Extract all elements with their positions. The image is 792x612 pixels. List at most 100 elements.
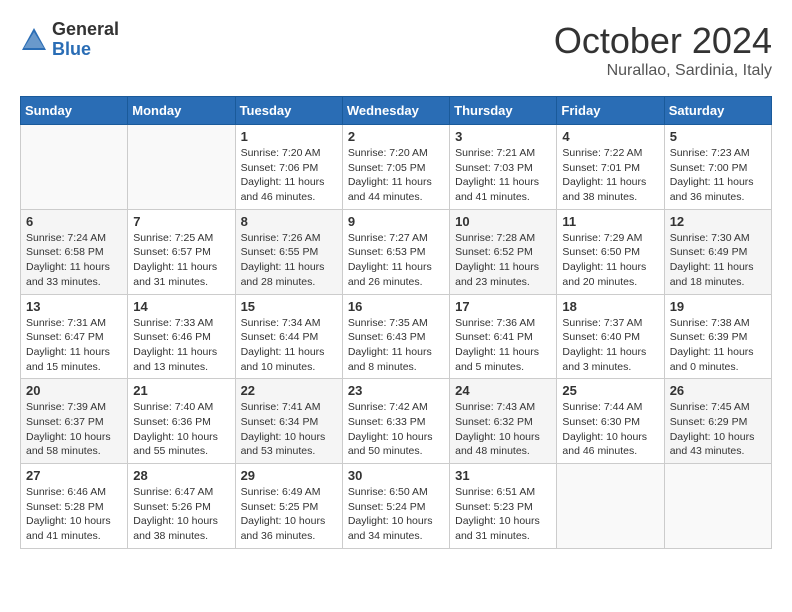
page-header: General Blue October 2024 Nurallao, Sard…: [20, 20, 772, 80]
day-number: 21: [133, 383, 229, 398]
month-title: October 2024: [554, 20, 772, 62]
day-number: 28: [133, 468, 229, 483]
calendar-day-cell: 23 Sunrise: 7:42 AM Sunset: 6:33 PM Dayli…: [342, 379, 449, 464]
day-number: 31: [455, 468, 551, 483]
day-number: 23: [348, 383, 444, 398]
day-info: Sunrise: 7:41 AM Sunset: 6:34 PM Dayligh…: [241, 401, 326, 457]
calendar-day-cell: 7Sunrise: 7:25 AM Sunset: 6:57 PM Daylig…: [128, 209, 235, 294]
calendar-day-cell: 28 Sunrise: 6:47 AM Sunset: 5:26 PM Dayli…: [128, 464, 235, 549]
day-info: Sunrise: 7:35 AM Sunset: 6:43 PM Dayligh…: [348, 317, 432, 373]
day-of-week-header: Thursday: [450, 97, 557, 125]
day-info: Sunrise: 7:34 AM Sunset: 6:44 PM Dayligh…: [241, 317, 325, 373]
calendar-day-cell: 13Sunrise: 7:31 AM Sunset: 6:47 PM Dayli…: [21, 294, 128, 379]
day-of-week-header: Saturday: [664, 97, 771, 125]
day-info: Sunrise: 7:37 AM Sunset: 6:40 PM Dayligh…: [562, 317, 646, 373]
calendar-day-cell: 25Sunrise: 7:44 AM Sunset: 6:30 PM Dayli…: [557, 379, 664, 464]
day-number: 3: [455, 129, 551, 144]
day-info: Sunrise: 7:20 AM Sunset: 7:06 PM Dayligh…: [241, 147, 325, 203]
calendar-week-row: 27 Sunrise: 6:46 AM Sunset: 5:28 PM Dayli…: [21, 464, 772, 549]
day-info: Sunrise: 7:25 AM Sunset: 6:57 PM Dayligh…: [133, 232, 217, 288]
day-info: Sunrise: 6:50 AM Sunset: 5:24 PM Dayligh…: [348, 486, 433, 542]
day-info: Sunrise: 7:43 AM Sunset: 6:32 PM Dayligh…: [455, 401, 540, 457]
day-of-week-header: Wednesday: [342, 97, 449, 125]
calendar-day-cell: 8 Sunrise: 7:26 AM Sunset: 6:55 PM Daylig…: [235, 209, 342, 294]
logo-general: General: [52, 20, 119, 40]
day-number: 27: [26, 468, 122, 483]
day-number: 25: [562, 383, 658, 398]
calendar-day-cell: 29Sunrise: 6:49 AM Sunset: 5:25 PM Dayli…: [235, 464, 342, 549]
calendar-table: SundayMondayTuesdayWednesdayThursdayFrid…: [20, 96, 772, 549]
calendar-day-cell: 19 Sunrise: 7:38 AM Sunset: 6:39 PM Dayli…: [664, 294, 771, 379]
day-info: Sunrise: 7:20 AM Sunset: 7:05 PM Dayligh…: [348, 147, 432, 203]
day-info: Sunrise: 6:46 AM Sunset: 5:28 PM Dayligh…: [26, 486, 111, 542]
day-number: 24: [455, 383, 551, 398]
day-info: Sunrise: 7:36 AM Sunset: 6:41 PM Dayligh…: [455, 317, 539, 373]
day-info: Sunrise: 7:45 AM Sunset: 6:29 PM Dayligh…: [670, 401, 755, 457]
day-info: Sunrise: 7:38 AM Sunset: 6:39 PM Dayligh…: [670, 317, 754, 373]
day-info: Sunrise: 7:26 AM Sunset: 6:55 PM Dayligh…: [241, 232, 325, 288]
day-number: 16: [348, 299, 444, 314]
day-info: Sunrise: 7:28 AM Sunset: 6:52 PM Dayligh…: [455, 232, 539, 288]
day-number: 9: [348, 214, 444, 229]
calendar-week-row: 13Sunrise: 7:31 AM Sunset: 6:47 PM Dayli…: [21, 294, 772, 379]
day-of-week-header: Sunday: [21, 97, 128, 125]
day-info: Sunrise: 6:51 AM Sunset: 5:23 PM Dayligh…: [455, 486, 540, 542]
calendar-day-cell: 26 Sunrise: 7:45 AM Sunset: 6:29 PM Dayli…: [664, 379, 771, 464]
calendar-day-cell: 9 Sunrise: 7:27 AM Sunset: 6:53 PM Daylig…: [342, 209, 449, 294]
day-number: 2: [348, 129, 444, 144]
day-number: 5: [670, 129, 766, 144]
day-number: 22: [241, 383, 337, 398]
day-info: Sunrise: 7:27 AM Sunset: 6:53 PM Dayligh…: [348, 232, 432, 288]
calendar-day-cell: 16 Sunrise: 7:35 AM Sunset: 6:43 PM Dayli…: [342, 294, 449, 379]
calendar-day-cell: 4Sunrise: 7:22 AM Sunset: 7:01 PM Daylig…: [557, 125, 664, 210]
calendar-day-cell: [21, 125, 128, 210]
calendar-day-cell: 24 Sunrise: 7:43 AM Sunset: 6:32 PM Dayli…: [450, 379, 557, 464]
calendar-week-row: 1Sunrise: 7:20 AM Sunset: 7:06 PM Daylig…: [21, 125, 772, 210]
day-number: 13: [26, 299, 122, 314]
day-info: Sunrise: 7:29 AM Sunset: 6:50 PM Dayligh…: [562, 232, 646, 288]
day-info: Sunrise: 7:24 AM Sunset: 6:58 PM Dayligh…: [26, 232, 110, 288]
day-info: Sunrise: 7:21 AM Sunset: 7:03 PM Dayligh…: [455, 147, 539, 203]
calendar-day-cell: 27 Sunrise: 6:46 AM Sunset: 5:28 PM Dayli…: [21, 464, 128, 549]
calendar-day-cell: 12Sunrise: 7:30 AM Sunset: 6:49 PM Dayli…: [664, 209, 771, 294]
day-info: Sunrise: 7:33 AM Sunset: 6:46 PM Dayligh…: [133, 317, 217, 373]
title-section: October 2024 Nurallao, Sardinia, Italy: [554, 20, 772, 80]
day-number: 26: [670, 383, 766, 398]
day-info: Sunrise: 7:39 AM Sunset: 6:37 PM Dayligh…: [26, 401, 111, 457]
day-number: 30: [348, 468, 444, 483]
day-number: 8: [241, 214, 337, 229]
day-info: Sunrise: 7:42 AM Sunset: 6:33 PM Dayligh…: [348, 401, 433, 457]
calendar-day-cell: 15 Sunrise: 7:34 AM Sunset: 6:44 PM Dayli…: [235, 294, 342, 379]
day-number: 10: [455, 214, 551, 229]
calendar-day-cell: 1Sunrise: 7:20 AM Sunset: 7:06 PM Daylig…: [235, 125, 342, 210]
calendar-day-cell: 14Sunrise: 7:33 AM Sunset: 6:46 PM Dayli…: [128, 294, 235, 379]
location-subtitle: Nurallao, Sardinia, Italy: [554, 62, 772, 80]
day-info: Sunrise: 7:23 AM Sunset: 7:00 PM Dayligh…: [670, 147, 754, 203]
calendar-week-row: 20 Sunrise: 7:39 AM Sunset: 6:37 PM Dayli…: [21, 379, 772, 464]
day-number: 6: [26, 214, 122, 229]
calendar-day-cell: 3 Sunrise: 7:21 AM Sunset: 7:03 PM Daylig…: [450, 125, 557, 210]
day-of-week-header: Friday: [557, 97, 664, 125]
day-number: 17: [455, 299, 551, 314]
calendar-day-cell: 20 Sunrise: 7:39 AM Sunset: 6:37 PM Dayli…: [21, 379, 128, 464]
calendar-day-cell: [557, 464, 664, 549]
calendar-body: 1Sunrise: 7:20 AM Sunset: 7:06 PM Daylig…: [21, 125, 772, 549]
day-info: Sunrise: 7:40 AM Sunset: 6:36 PM Dayligh…: [133, 401, 218, 457]
day-number: 20: [26, 383, 122, 398]
calendar-day-cell: [128, 125, 235, 210]
calendar-day-cell: 22 Sunrise: 7:41 AM Sunset: 6:34 PM Dayli…: [235, 379, 342, 464]
calendar-day-cell: 31 Sunrise: 6:51 AM Sunset: 5:23 PM Dayli…: [450, 464, 557, 549]
calendar-week-row: 6 Sunrise: 7:24 AM Sunset: 6:58 PM Daylig…: [21, 209, 772, 294]
day-number: 15: [241, 299, 337, 314]
calendar-header-row: SundayMondayTuesdayWednesdayThursdayFrid…: [21, 97, 772, 125]
day-number: 19: [670, 299, 766, 314]
calendar-day-cell: 11 Sunrise: 7:29 AM Sunset: 6:50 PM Dayli…: [557, 209, 664, 294]
day-number: 18: [562, 299, 658, 314]
day-number: 11: [562, 214, 658, 229]
logo-blue: Blue: [52, 40, 119, 60]
logo-text: General Blue: [52, 20, 119, 60]
day-info: Sunrise: 6:49 AM Sunset: 5:25 PM Dayligh…: [241, 486, 326, 542]
day-number: 12: [670, 214, 766, 229]
day-info: Sunrise: 6:47 AM Sunset: 5:26 PM Dayligh…: [133, 486, 218, 542]
calendar-day-cell: 10 Sunrise: 7:28 AM Sunset: 6:52 PM Dayli…: [450, 209, 557, 294]
